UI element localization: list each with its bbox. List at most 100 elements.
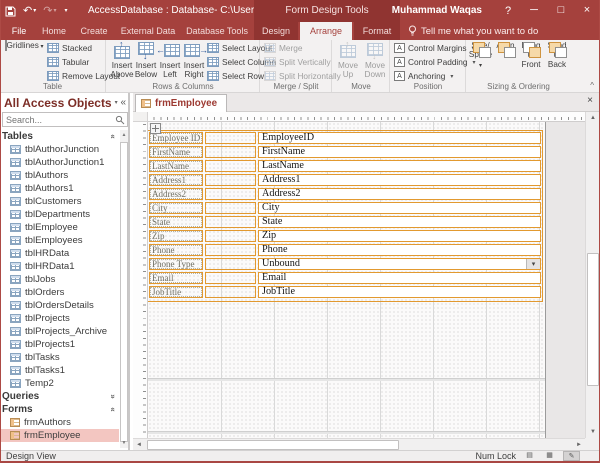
scrollbar-thumb[interactable] — [120, 142, 128, 442]
undo-icon[interactable]: ↶▾ — [23, 0, 36, 22]
collapse-ribbon-icon[interactable]: ^ — [590, 81, 594, 90]
customize-qat-icon[interactable]: ▾ — [63, 0, 67, 22]
document-tab-frmEmployee[interactable]: frmEmployee — [135, 94, 227, 112]
nav-table-item[interactable]: tblJobs — [0, 273, 119, 286]
field-label[interactable]: State — [149, 216, 203, 228]
field-label[interactable]: Phone Type — [149, 258, 203, 270]
nav-section-forms[interactable]: Forms« — [0, 403, 119, 416]
field-label[interactable]: Zip — [149, 230, 203, 242]
field-label[interactable]: Address1 — [149, 174, 203, 186]
form-design-grid[interactable]: Employee ID EmployeeID FirstName FirstNa… — [148, 122, 546, 438]
nav-table-item[interactable]: tblEmployee — [0, 221, 119, 234]
maximize-button[interactable]: □ — [548, 0, 574, 22]
tab-file[interactable]: File — [4, 22, 34, 40]
tab-create[interactable]: Create — [74, 22, 114, 40]
field-control[interactable]: Phone — [258, 244, 541, 256]
nav-table-item[interactable]: tblOrdersDetails — [0, 299, 119, 312]
scroll-down-icon[interactable]: ▼ — [120, 438, 128, 448]
nav-table-item[interactable]: tblDepartments — [0, 208, 119, 221]
nav-pane-menu-icon[interactable]: ▾ — [115, 99, 118, 106]
field-label[interactable]: Email — [149, 272, 203, 284]
close-object-icon[interactable]: × — [587, 95, 593, 106]
close-button[interactable]: × — [575, 0, 599, 22]
align-button[interactable]: Align — [493, 41, 518, 85]
field-control[interactable]: Zip — [258, 230, 541, 242]
nav-pane-header[interactable]: All Access Objects ▾ « — [4, 94, 126, 111]
field-label[interactable]: Address2 — [149, 188, 203, 200]
field-label[interactable]: FirstName — [149, 146, 203, 158]
collapse-section-icon[interactable]: « — [108, 407, 117, 411]
layout-spacer-cell[interactable] — [205, 174, 256, 186]
design-view-button[interactable]: ✎ — [563, 451, 580, 461]
search-icon[interactable] — [115, 115, 125, 125]
tab-design[interactable]: Design — [254, 22, 298, 40]
tab-external-data[interactable]: External Data — [116, 22, 180, 40]
nav-table-item[interactable]: tblAuthorJunction1 — [0, 156, 119, 169]
nav-table-item[interactable]: tblTasks — [0, 351, 119, 364]
field-control[interactable]: Unbound — [258, 258, 541, 270]
nav-table-item[interactable]: tblAuthors1 — [0, 182, 119, 195]
datasheet-view-button[interactable]: ▦ — [541, 451, 558, 461]
search-input[interactable] — [3, 115, 115, 125]
tab-format[interactable]: Format — [354, 22, 400, 40]
scrollbar-thumb[interactable] — [587, 253, 599, 386]
nav-table-item[interactable]: tblAuthors — [0, 169, 119, 182]
nav-table-item[interactable]: tblOrders — [0, 286, 119, 299]
layout-spacer-cell[interactable] — [205, 258, 256, 270]
nav-section-queries[interactable]: Queries» — [0, 390, 119, 403]
layout-spacer-cell[interactable] — [205, 230, 256, 242]
ribbon-small-button[interactable]: Select Row — [207, 69, 259, 83]
nav-table-item[interactable]: tblCustomers — [0, 195, 119, 208]
vertical-scrollbar[interactable]: ▲ ▼ — [585, 112, 600, 438]
save-icon[interactable] — [5, 6, 16, 17]
user-name[interactable]: Muhammad Waqas — [392, 0, 482, 22]
scroll-up-icon[interactable]: ▲ — [586, 112, 600, 124]
nav-table-item[interactable]: Temp2 — [0, 377, 119, 390]
insert-right-button[interactable]: → InsertRight — [182, 41, 206, 85]
field-control[interactable]: Email — [258, 272, 541, 284]
insert-left-button[interactable]: ← InsertLeft — [158, 41, 182, 85]
nav-table-item[interactable]: tblHRData1 — [0, 260, 119, 273]
nav-table-item[interactable]: tblProjects — [0, 312, 119, 325]
layout-move-handle[interactable] — [150, 123, 161, 134]
ribbon-small-button[interactable]: Stacked — [47, 41, 105, 55]
layout-spacer-cell[interactable] — [205, 146, 256, 158]
minimize-button[interactable]: ─ — [521, 0, 547, 22]
nav-table-item[interactable]: tblProjects_Archive — [0, 325, 119, 338]
field-control[interactable]: JobTitle — [258, 286, 541, 298]
layout-spacer-cell[interactable] — [205, 160, 256, 172]
nav-section-tables[interactable]: Tables« — [0, 130, 119, 143]
layout-spacer-cell[interactable] — [205, 244, 256, 256]
shutter-bar-close-icon[interactable]: « — [120, 97, 126, 108]
field-label[interactable]: LastName — [149, 160, 203, 172]
scroll-down-icon[interactable]: ▼ — [586, 426, 600, 438]
layout-spacer-cell[interactable] — [205, 272, 256, 284]
field-control[interactable]: Address1 — [258, 174, 541, 186]
layout-spacer-cell[interactable] — [205, 216, 256, 228]
help-button[interactable]: ? — [498, 0, 518, 22]
scroll-up-icon[interactable]: ▲ — [120, 130, 128, 140]
layout-spacer-cell[interactable] — [205, 188, 256, 200]
nav-table-item[interactable]: tblEmployees — [0, 234, 119, 247]
field-control[interactable]: EmployeeID — [258, 132, 541, 144]
nav-table-item[interactable]: tblAuthorJunction — [0, 143, 119, 156]
field-control[interactable]: Address2 — [258, 188, 541, 200]
nav-table-item[interactable]: tblProjects1 — [0, 338, 119, 351]
ribbon-small-button[interactable]: Select Column — [207, 55, 259, 69]
insert-below-button[interactable]: ↓ InsertBelow — [134, 41, 158, 85]
nav-form-item[interactable]: frmAuthors — [0, 416, 119, 429]
insert-above-button[interactable]: ↑ InsertAbove — [110, 41, 134, 85]
tell-me-box[interactable]: Tell me what you want to do — [408, 22, 538, 40]
field-label[interactable]: JobTitle — [149, 286, 203, 298]
search-box[interactable] — [2, 112, 128, 127]
field-control[interactable]: State — [258, 216, 541, 228]
layout-spacer-cell[interactable] — [205, 202, 256, 214]
layout-spacer-cell[interactable] — [205, 132, 256, 144]
form-view-button[interactable]: ▤ — [521, 451, 538, 461]
nav-table-item[interactable]: tblTasks1 — [0, 364, 119, 377]
nav-form-item[interactable]: frmEmployee — [0, 429, 119, 442]
layout-spacer-cell[interactable] — [205, 286, 256, 298]
tab-arrange[interactable]: Arrange — [300, 22, 352, 40]
tab-database-tools[interactable]: Database Tools — [182, 22, 252, 40]
horizontal-scrollbar[interactable]: ◄ ► — [133, 438, 585, 450]
